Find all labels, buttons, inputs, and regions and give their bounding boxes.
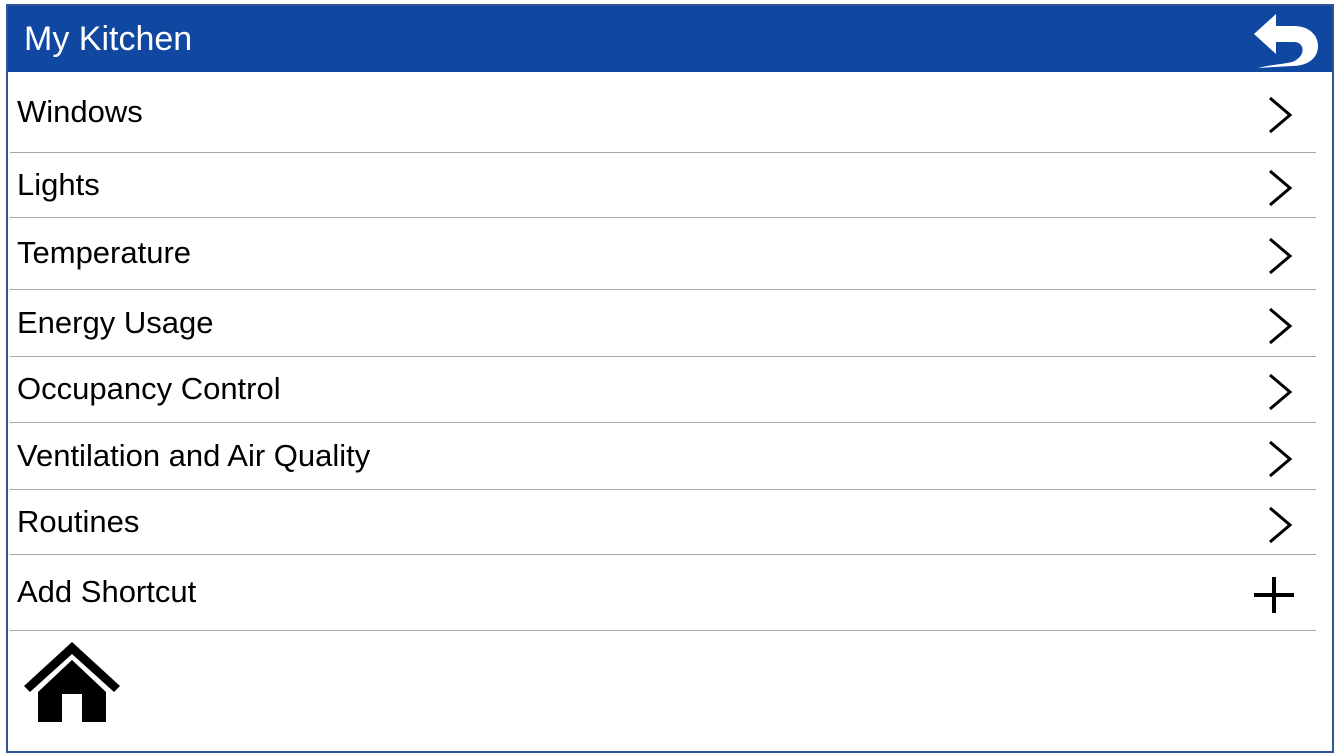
- chevron-right-icon: [1269, 237, 1293, 275]
- menu-item-routines[interactable]: Routines: [10, 490, 1316, 555]
- menu-item-add-shortcut[interactable]: Add Shortcut: [10, 555, 1316, 631]
- menu-item-temperature[interactable]: Temperature: [10, 218, 1316, 290]
- page-title: My Kitchen: [24, 20, 193, 58]
- chevron-right-icon: [1269, 307, 1293, 344]
- menu-item-label: Occupancy Control: [17, 371, 281, 406]
- chevron-right-icon: [1269, 96, 1293, 133]
- menu-item-label: Lights: [17, 166, 100, 202]
- menu-item-label: Add Shortcut: [17, 574, 197, 609]
- plus-icon: [1254, 577, 1294, 613]
- chevron-right-icon: [1269, 506, 1293, 543]
- menu-item-label: Ventilation and Air Quality: [17, 437, 371, 473]
- menu-item-ventilation-and-air-quality[interactable]: Ventilation and Air Quality: [10, 423, 1316, 490]
- menu-item-energy-usage[interactable]: Energy Usage: [10, 290, 1316, 357]
- menu-item-label: Windows: [17, 93, 143, 129]
- back-arrow-icon[interactable]: [1252, 12, 1320, 68]
- home-icon[interactable]: [22, 640, 122, 724]
- chevron-right-icon: [1269, 440, 1293, 477]
- menu-item-label: Temperature: [17, 235, 192, 270]
- chevron-right-icon: [1269, 169, 1293, 206]
- menu-item-lights[interactable]: Lights: [10, 153, 1316, 218]
- menu-item-occupancy-control[interactable]: Occupancy Control: [10, 357, 1316, 423]
- chevron-right-icon: [1269, 373, 1293, 411]
- menu-item-label: Routines: [17, 503, 140, 539]
- header-bar: My Kitchen: [8, 6, 1332, 72]
- menu-item-windows[interactable]: Windows: [10, 72, 1316, 153]
- menu-item-label: Energy Usage: [17, 304, 214, 340]
